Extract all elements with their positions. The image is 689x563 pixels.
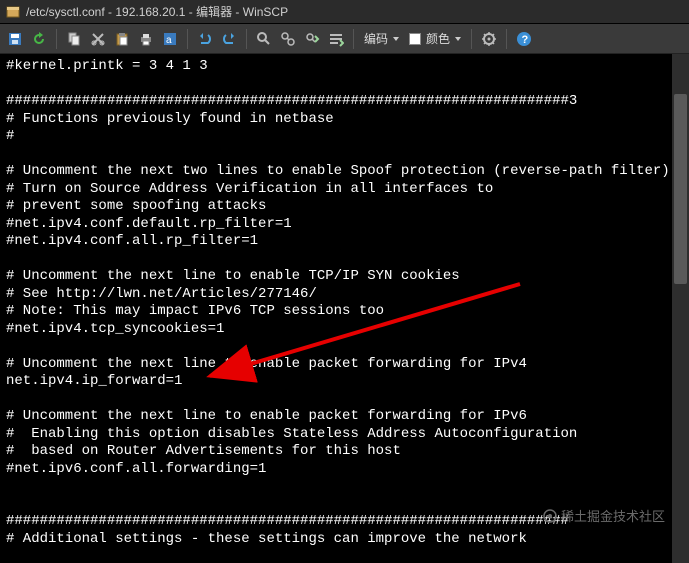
separator xyxy=(56,29,57,49)
copy-button[interactable] xyxy=(63,28,85,50)
separator xyxy=(187,29,188,49)
separator xyxy=(353,29,354,49)
vertical-scrollbar[interactable] xyxy=(672,54,689,563)
separator xyxy=(506,29,507,49)
color-dropdown[interactable]: 颜色 xyxy=(405,28,465,50)
svg-text:a: a xyxy=(166,35,172,46)
replace-button[interactable] xyxy=(277,28,299,50)
settings-button[interactable] xyxy=(478,28,500,50)
toolbar: a 编码 颜色 ? xyxy=(0,24,689,54)
separator xyxy=(246,29,247,49)
redo-button[interactable] xyxy=(218,28,240,50)
svg-text:?: ? xyxy=(522,34,529,46)
encoding-dropdown[interactable]: 编码 xyxy=(360,28,403,50)
select-all-button[interactable]: a xyxy=(159,28,181,50)
find-next-button[interactable] xyxy=(301,28,323,50)
save-button[interactable] xyxy=(4,28,26,50)
color-swatch-icon xyxy=(409,33,421,45)
app-icon xyxy=(6,5,20,19)
undo-button[interactable] xyxy=(194,28,216,50)
window-title: /etc/sysctl.conf - 192.168.20.1 - 编辑器 - … xyxy=(26,3,288,20)
paste-button[interactable] xyxy=(111,28,133,50)
chevron-down-icon xyxy=(393,37,399,41)
watermark: 稀土掘金技术社区 xyxy=(543,508,665,526)
chevron-down-icon xyxy=(455,37,461,41)
cut-button[interactable] xyxy=(87,28,109,50)
watermark-text: 稀土掘金技术社区 xyxy=(561,508,665,526)
encoding-label: 编码 xyxy=(364,30,388,47)
print-button[interactable] xyxy=(135,28,157,50)
titlebar: /etc/sysctl.conf - 192.168.20.1 - 编辑器 - … xyxy=(0,0,689,24)
scrollbar-thumb[interactable] xyxy=(674,94,687,284)
goto-line-button[interactable] xyxy=(325,28,347,50)
help-button[interactable]: ? xyxy=(513,28,535,50)
editor-text[interactable]: #kernel.printk = 3 4 1 3 ###############… xyxy=(6,58,683,548)
find-button[interactable] xyxy=(253,28,275,50)
separator xyxy=(471,29,472,49)
editor-area[interactable]: #kernel.printk = 3 4 1 3 ###############… xyxy=(0,54,689,563)
color-label: 颜色 xyxy=(426,30,450,47)
reload-button[interactable] xyxy=(28,28,50,50)
